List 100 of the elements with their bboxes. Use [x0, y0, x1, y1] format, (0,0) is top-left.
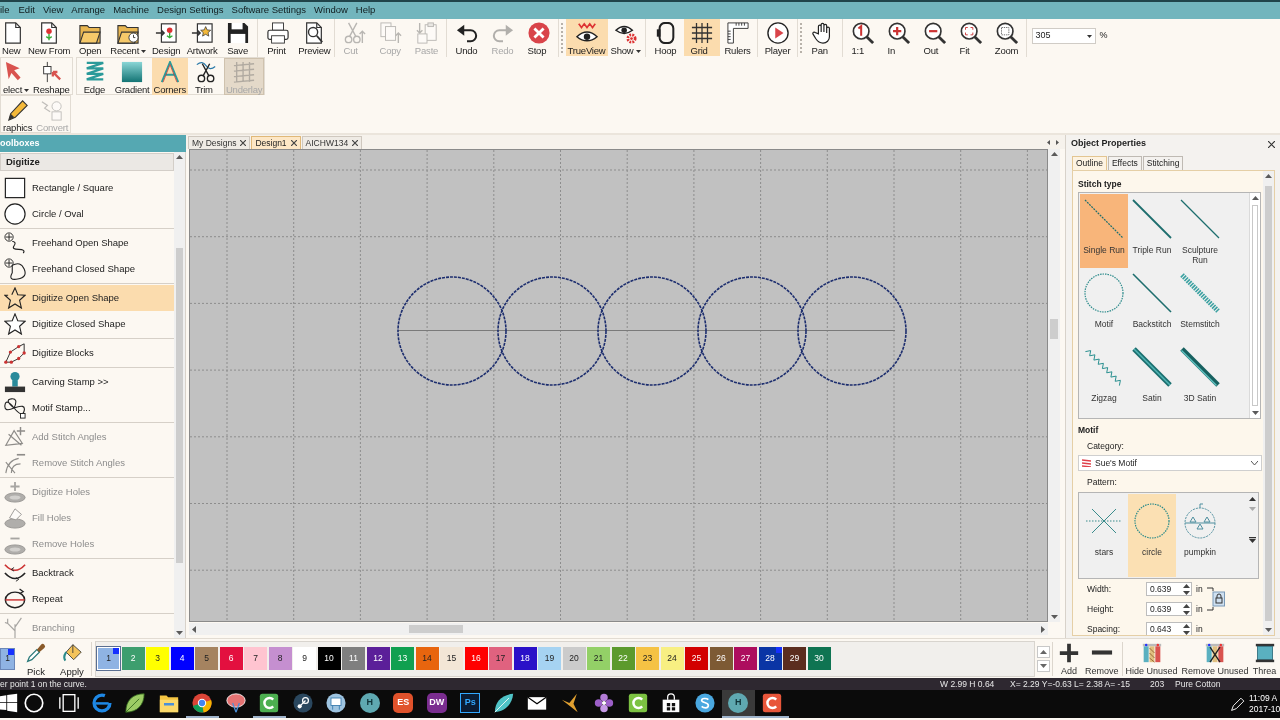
tool-item[interactable]: Freehand Closed Shape — [0, 256, 174, 282]
tool-item[interactable]: Motif Stamp... — [0, 395, 174, 421]
close-icon[interactable] — [352, 140, 359, 146]
spinner-icon[interactable] — [1183, 603, 1190, 615]
toolbar-button[interactable]: New — [0, 19, 26, 56]
toolbar-button[interactable]: Pan — [804, 19, 841, 56]
toolbar-button[interactable]: Zoom — [988, 19, 1025, 56]
menu-item[interactable]: Edit — [14, 2, 39, 19]
vertical-scrollbar[interactable] — [1249, 193, 1260, 418]
toolbar-button[interactable]: Stop — [520, 19, 557, 56]
stitch-type-option[interactable]: Stemstitch — [1176, 268, 1224, 342]
vertical-scrollbar[interactable] — [1048, 149, 1060, 622]
color-swatch[interactable]: 29 — [783, 647, 806, 670]
toolbar-button[interactable]: Show — [607, 19, 644, 56]
toolbar-button[interactable]: Pick — [20, 640, 52, 677]
taskbar-button[interactable]: H — [353, 690, 387, 718]
toolbar-button[interactable]: Print — [260, 19, 297, 56]
close-icon[interactable] — [240, 140, 247, 146]
color-swatch[interactable]: 4 — [170, 647, 194, 670]
toolbar-button[interactable]: New From — [26, 19, 73, 56]
color-swatch[interactable]: 7 — [244, 647, 267, 670]
stitch-type-option[interactable]: Backstitch — [1128, 268, 1176, 342]
tool-item[interactable]: Carving Stamp >> — [0, 369, 174, 395]
taskbar-button[interactable]: H — [721, 690, 755, 718]
toolbar-button[interactable]: Remove Unused — [1179, 640, 1251, 677]
color-swatch[interactable]: 18 — [513, 647, 537, 670]
toolbar-button[interactable]: Corners — [151, 58, 188, 95]
toolbar-button[interactable]: Fit — [952, 19, 989, 56]
color-swatch[interactable]: 19 — [538, 647, 561, 670]
menu-item[interactable]: ile — [0, 2, 15, 19]
pattern-option[interactable]: stars — [1080, 494, 1128, 577]
toolbar-button[interactable]: Hoop — [647, 19, 684, 56]
menu-item[interactable]: Machine — [109, 2, 154, 19]
number-field[interactable]: 0.639 — [1146, 602, 1192, 616]
document-tab[interactable]: Design1 — [251, 136, 301, 149]
panel-tab[interactable]: Outline — [1072, 156, 1107, 170]
pattern-option[interactable]: circle — [1128, 494, 1176, 577]
horizontal-scrollbar[interactable] — [189, 623, 1048, 635]
spinner-icon[interactable] — [1183, 623, 1190, 635]
toolbar-button[interactable]: Save — [220, 19, 257, 56]
menu-item[interactable]: Arrange — [67, 2, 110, 19]
color-swatch[interactable]: 15 — [440, 647, 463, 670]
panel-tab[interactable]: Effects — [1107, 156, 1142, 170]
toolbar-button[interactable]: Add — [1055, 640, 1083, 677]
color-swatch[interactable]: 3 — [146, 647, 169, 670]
color-swatch[interactable]: 6 — [219, 647, 243, 670]
color-swatch[interactable]: 21 — [587, 647, 610, 670]
toolbar-button[interactable]: Out — [916, 19, 953, 56]
toolbar-button[interactable]: 1:1 — [844, 19, 881, 56]
panel-tab[interactable]: Stitching — [1142, 156, 1184, 170]
color-swatch[interactable]: 8 — [268, 647, 292, 670]
number-field[interactable]: 0.639 — [1146, 582, 1192, 596]
vertical-scrollbar[interactable] — [174, 152, 185, 638]
toolbar-button[interactable]: Hide Unused — [1123, 640, 1180, 677]
menu-item[interactable]: View — [38, 2, 68, 19]
color-swatch[interactable]: 11 — [342, 647, 365, 670]
color-swatch[interactable]: 26 — [709, 647, 733, 670]
scrollbar-thumb[interactable] — [1050, 319, 1058, 339]
scroll-up-button[interactable] — [1037, 645, 1050, 658]
document-tab[interactable]: AICHW134 — [301, 136, 363, 149]
tool-item[interactable]: Digitize Open Shape — [0, 285, 174, 311]
stitch-type-option[interactable]: 3D Satin — [1176, 342, 1224, 416]
color-swatch[interactable]: 25 — [685, 647, 708, 670]
color-swatch[interactable]: 23 — [636, 647, 659, 670]
toolbar-button[interactable]: Apply — [56, 640, 88, 677]
stitch-type-option[interactable]: Triple Run — [1128, 194, 1176, 268]
color-swatch[interactable]: 16 — [464, 647, 488, 670]
close-icon[interactable] — [1268, 140, 1275, 148]
lock-icon[interactable] — [1206, 587, 1225, 611]
scrollbar-thumb[interactable] — [409, 625, 463, 633]
toolbar-button[interactable]: Trim — [187, 58, 224, 95]
menu-item[interactable]: Help — [351, 2, 380, 19]
toolbar-button[interactable]: elect — [1, 58, 32, 95]
color-swatch[interactable]: 5 — [195, 647, 218, 670]
taskbar-button[interactable]: Ps — [453, 690, 487, 718]
color-swatch[interactable]: 1 — [97, 647, 120, 670]
caret-up-icon[interactable] — [1248, 497, 1256, 501]
menu-item[interactable]: Window — [310, 2, 352, 19]
color-swatch[interactable]: 24 — [660, 647, 684, 670]
toolbar-button[interactable]: Rulers — [719, 19, 756, 56]
toolbar-button[interactable]: Open — [72, 19, 109, 56]
menu-item[interactable]: Design Settings — [153, 2, 228, 19]
document-tab[interactable]: My Designs — [188, 136, 251, 149]
scrollbar-thumb[interactable] — [1265, 186, 1272, 621]
color-swatch[interactable]: 17 — [489, 647, 512, 670]
stitch-type-option[interactable]: Single Run — [1080, 194, 1128, 268]
tool-item[interactable]: Freehand Open Shape — [0, 230, 174, 256]
color-swatch[interactable]: 20 — [562, 647, 586, 670]
color-swatch[interactable]: 28 — [758, 647, 782, 670]
pattern-option[interactable]: pumpkin — [1176, 494, 1224, 577]
toolbar-button[interactable]: Undo — [448, 19, 485, 56]
toolbar-button[interactable]: Grid — [683, 19, 720, 56]
color-swatch[interactable]: 14 — [415, 647, 439, 670]
tool-item[interactable]: Digitize Blocks — [0, 340, 174, 366]
section-header[interactable]: Digitize — [0, 153, 174, 171]
stitch-type-option[interactable]: Satin — [1128, 342, 1176, 416]
toolbar-button[interactable]: Edge — [76, 58, 113, 95]
tool-item[interactable]: Backtrack — [0, 560, 174, 586]
taskbar-button[interactable]: ES — [386, 690, 420, 718]
toolbar-button[interactable]: Player — [759, 19, 796, 56]
